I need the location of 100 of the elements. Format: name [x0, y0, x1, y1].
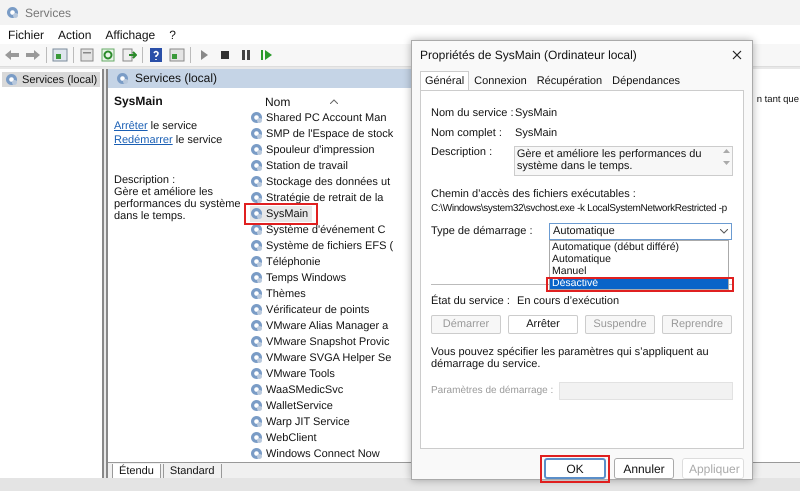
description-text: Gère et améliore les performances du système dans le temps.	[516, 148, 703, 174]
menu-item[interactable]: Affichage	[105, 28, 156, 42]
service-row[interactable]: WebClient	[250, 430, 321, 446]
sort-caret-icon	[330, 99, 338, 104]
properties-icon[interactable]	[79, 47, 95, 63]
gear-icon	[250, 223, 263, 236]
note-text: Vous pouvez spécifier les paramètres qui s’appliquent au démarrage du service.	[431, 346, 710, 370]
dropdown-option[interactable]: Automatique	[550, 252, 728, 265]
pane-title: Services (local)	[135, 71, 218, 86]
view-tab[interactable]: Standard	[162, 464, 222, 479]
field-value: SysMain	[515, 106, 558, 119]
gear-icon	[250, 351, 263, 364]
startup-dropdown[interactable]: Automatique	[549, 222, 732, 240]
service-row[interactable]: Station de travail	[250, 158, 352, 174]
gear-icon	[250, 271, 263, 284]
action-text: Arrêter le service	[114, 120, 198, 132]
description-label: Description :	[114, 174, 176, 186]
field-label: Description :	[431, 146, 494, 160]
gear-icon	[250, 127, 263, 140]
menu-item[interactable]: Action	[58, 28, 92, 42]
menu-item[interactable]: ?	[169, 28, 176, 42]
action-text: Redémarrer le service	[114, 134, 224, 146]
action-link[interactable]: Redémarrer	[114, 134, 173, 146]
close-icon[interactable]	[732, 50, 742, 60]
service-row[interactable]: VMware Alias Manager a	[250, 318, 392, 334]
refresh-icon[interactable]	[100, 47, 116, 63]
field-label: Nom complet :	[431, 126, 503, 139]
gear-icon	[250, 415, 263, 428]
service-row[interactable]: Temps Windows	[250, 270, 350, 286]
export-icon[interactable]	[121, 47, 137, 63]
dropdown-option[interactable]: Manuel	[550, 264, 728, 277]
service-row[interactable]: VMware Tools	[250, 366, 339, 382]
gear-icon	[250, 319, 263, 332]
panel-icon[interactable]	[169, 47, 185, 63]
gear-icon	[250, 255, 263, 268]
service-row[interactable]: Système d'événement C	[250, 222, 390, 238]
dialog-tab[interactable]: Général	[420, 70, 470, 90]
gear-icon	[5, 73, 18, 86]
service-row[interactable]: Téléphonie	[250, 254, 324, 270]
panel-icon[interactable]	[52, 47, 68, 63]
gear-icon	[250, 159, 263, 172]
view-tab[interactable]: Étendu	[112, 464, 161, 479]
gear-icon	[250, 335, 263, 348]
gear-icon	[250, 399, 263, 412]
gear-icon	[116, 72, 129, 85]
column-header[interactable]: Nom	[250, 94, 338, 110]
service-row[interactable]: Stratégie de retrait de la	[250, 190, 388, 206]
field-value: SysMain	[515, 126, 558, 139]
service-row[interactable]: SMP de l'Espace de stock	[250, 126, 398, 142]
service-row[interactable]: VMware SVGA Helper Se	[250, 350, 396, 366]
tree-item[interactable]: Services (local)	[2, 72, 100, 87]
gear-icon	[250, 111, 263, 124]
gear-icon	[250, 367, 263, 380]
dropdown-option[interactable]: Automatique (début différé)	[550, 240, 728, 253]
service-row[interactable]: Windows Connect Now	[250, 446, 384, 462]
service-row[interactable]: Shared PC Account Man	[250, 110, 390, 126]
service-row[interactable]: WalletService	[250, 398, 337, 414]
window-title: Services	[25, 6, 72, 20]
service-name: SysMain	[114, 94, 164, 108]
status-value: En cours d’exécution	[517, 294, 620, 307]
dialog-tab[interactable]: Récupération	[532, 70, 608, 90]
gear-icon	[250, 191, 263, 204]
scroll-arrows-icon	[723, 148, 730, 166]
back-arrow-icon[interactable]	[4, 47, 20, 63]
service-row[interactable]: SysMain	[250, 206, 312, 222]
dialog-title: Propriétés de SysMain (Ordinateur local)	[420, 48, 637, 62]
dialog-button[interactable]: Annuler	[614, 458, 674, 479]
action-link[interactable]: Arrêter	[114, 120, 148, 132]
gear-icon	[250, 175, 263, 188]
service-row[interactable]: Système de fichiers EFS (	[250, 238, 398, 254]
gear-icon	[250, 431, 263, 444]
field-label: Type de démarrage :	[431, 225, 534, 238]
gear-icon	[250, 303, 263, 316]
service-row[interactable]: Warp JIT Service	[250, 414, 354, 430]
gear-icon	[250, 447, 263, 460]
help-icon[interactable]	[148, 47, 164, 63]
service-row[interactable]: Vérificateur de points	[250, 302, 374, 318]
service-row[interactable]: Spouleur d'impression	[250, 142, 378, 158]
column-text: n tant que	[756, 94, 799, 105]
dialog-tab[interactable]: Dépendances	[607, 70, 686, 90]
service-row[interactable]: Stockage des données ut	[250, 174, 394, 190]
menu-item[interactable]: Fichier	[8, 28, 44, 42]
dialog-button[interactable]: OK	[544, 458, 606, 479]
field-label: Nom du service :	[431, 106, 515, 119]
service-row[interactable]: VMware Snapshot Provic	[250, 334, 394, 350]
dialog-tab[interactable]: Connexion	[469, 70, 532, 90]
field-label: Paramètres de démarrage :	[431, 385, 554, 396]
service-row[interactable]: WaaSMedicSvc	[250, 382, 348, 398]
chevron-down-icon	[720, 228, 728, 234]
field-label: État du service :	[431, 294, 511, 307]
gear-icon	[6, 6, 19, 19]
service-button[interactable]: Arrêter	[508, 314, 578, 334]
description-text: Gère et améliore les performances du système dans le temps.	[114, 186, 242, 222]
gear-icon	[250, 143, 263, 156]
field-label: Chemin d’accès des fichiers exécutables :	[431, 188, 637, 200]
path-value: C:\Windows\system32\svchost.exe -k LocalSystemNetworkRestricted -p	[431, 202, 727, 214]
service-row[interactable]: Thèmes	[250, 286, 310, 302]
gear-icon	[250, 239, 263, 252]
forward-arrow-icon[interactable]	[25, 47, 41, 63]
gear-icon	[250, 383, 263, 396]
